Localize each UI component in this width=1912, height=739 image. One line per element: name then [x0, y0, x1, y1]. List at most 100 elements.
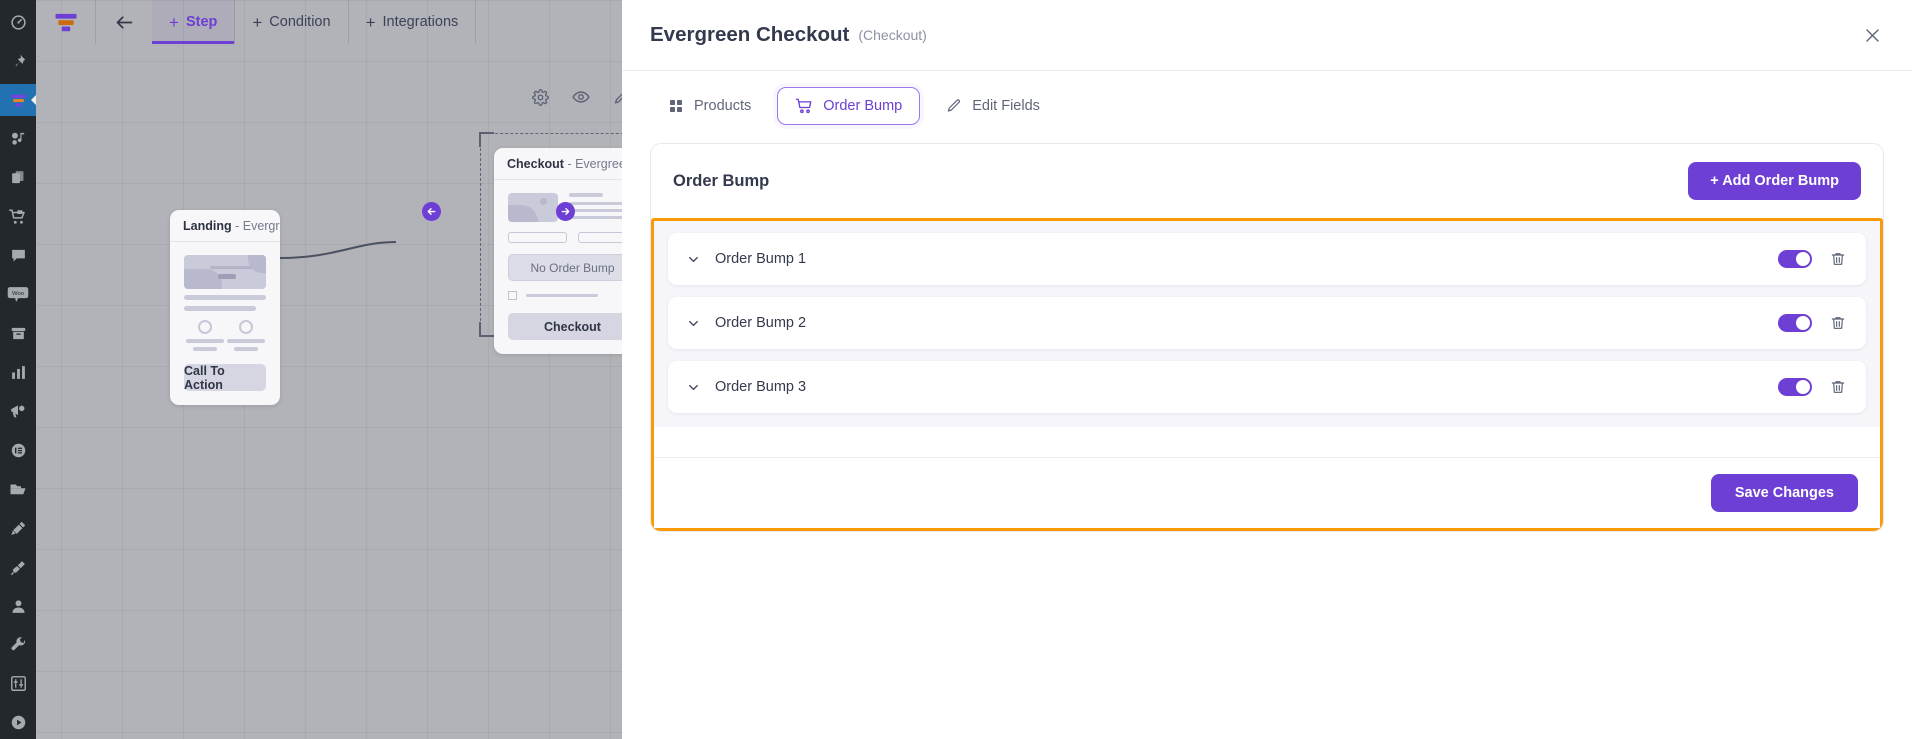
user-icon [11, 599, 25, 613]
chevron-down-icon [689, 320, 698, 326]
order-bump-row[interactable]: Order Bump 3 [668, 361, 1866, 413]
app-root: Woo Landing - Evergr Call To Action Chec… [0, 0, 1912, 739]
order-bump-2-actions [1778, 314, 1846, 332]
node-checkout-name: - Evergreen Che... [567, 157, 622, 171]
sliders-icon [10, 676, 26, 692]
funnel-icon [10, 94, 26, 106]
rail-item-megaphone[interactable] [0, 395, 36, 427]
add-step-label: Step [185, 14, 218, 30]
pencil-icon[interactable] [613, 89, 622, 106]
add-integrations-button[interactable]: + Integrations [349, 0, 477, 44]
node-landing-cta[interactable]: Call To Action [184, 364, 266, 392]
node-checkout-header: Checkout - Evergreen Che... [494, 148, 622, 180]
tab-products-label: Products [694, 98, 752, 114]
rail-item-wrench[interactable] [0, 629, 36, 661]
order-bump-2-toggle[interactable] [1778, 314, 1812, 332]
rail-item-pin[interactable] [0, 45, 36, 77]
rail-item-play-circle[interactable] [0, 707, 36, 739]
node-checkout-consent [508, 291, 622, 300]
rail-item-sliders[interactable] [0, 668, 36, 700]
rail-item-dashboard-gauge[interactable] [0, 6, 36, 38]
rail-item-archive-box[interactable] [0, 317, 36, 349]
order-bump-list: Order Bump 1 Order Bump 2 Order Bump 3 [654, 221, 1880, 427]
tab-products[interactable]: Products [650, 88, 769, 124]
app-logo[interactable] [36, 0, 96, 44]
rail-item-plug[interactable] [0, 551, 36, 583]
gear-icon[interactable] [532, 88, 549, 106]
rail-item-bar-chart[interactable] [0, 356, 36, 388]
copy-pages-icon [11, 171, 23, 184]
rail-item-media-music[interactable] [0, 123, 36, 155]
plus-icon: + [169, 12, 179, 32]
node-checkout-summary [569, 193, 622, 222]
order-bump-3-actions [1778, 378, 1846, 396]
rail-item-list-circle[interactable] [0, 434, 36, 466]
node-landing[interactable]: Landing - Evergreen Lan... [170, 210, 280, 405]
shopping-cart-icon [9, 209, 25, 224]
tab-edit-fields-label: Edit Fields [972, 98, 1040, 114]
add-condition-label: Condition [269, 14, 331, 30]
tab-edit-fields[interactable]: Edit Fields [928, 88, 1058, 124]
order-bump-card-footer: Save Changes [654, 457, 1880, 528]
node-checkout-cta[interactable]: Checkout [508, 313, 622, 340]
rail-item-shopping-cart[interactable] [0, 201, 36, 233]
selection-handle-bottom-left [479, 322, 494, 337]
wrench-icon [11, 637, 25, 651]
rail-item-copy-pages[interactable] [0, 162, 36, 194]
delete-order-bump-3-button[interactable] [1830, 379, 1846, 395]
woo-icon: Woo [7, 287, 29, 303]
connector-in[interactable] [422, 202, 441, 221]
arrow-right-circle-icon [561, 208, 570, 215]
order-bump-3-toggle[interactable] [1778, 378, 1812, 396]
close-panel-button[interactable] [1863, 26, 1882, 45]
plug-icon [10, 560, 25, 575]
add-condition-button[interactable]: + Condition [235, 0, 349, 44]
comment-icon [11, 250, 25, 262]
archive-box-icon [11, 327, 25, 340]
expand-order-bump-1-button[interactable] [686, 252, 701, 267]
eye-icon[interactable] [572, 88, 590, 106]
node-checkout-type: Checkout [507, 157, 564, 171]
rail-item-paintbrush[interactable] [0, 512, 36, 544]
order-bump-1-actions [1778, 250, 1846, 268]
media-music-icon [11, 133, 24, 146]
back-button[interactable] [96, 0, 152, 44]
save-changes-button[interactable]: Save Changes [1710, 474, 1858, 512]
delete-order-bump-2-button[interactable] [1830, 315, 1846, 331]
node-landing-type: Landing [183, 219, 232, 233]
order-bump-3-label: Order Bump 3 [715, 379, 807, 395]
connector-out[interactable] [556, 202, 575, 221]
order-bump-row[interactable]: Order Bump 2 [668, 297, 1866, 349]
panel-tabs: Products Order Bump Edit Fields [622, 71, 1912, 143]
trash-icon [1831, 253, 1845, 265]
chevron-down-icon [689, 256, 698, 262]
selection-handle-top-left [479, 132, 494, 147]
rail-item-comment[interactable] [0, 240, 36, 272]
add-order-bump-button[interactable]: + Add Order Bump [1688, 162, 1861, 200]
add-integrations-label: Integrations [382, 14, 459, 30]
order-bump-row[interactable]: Order Bump 1 [668, 233, 1866, 285]
add-step-button[interactable]: + Step [152, 0, 236, 44]
step-detail-panel: Evergreen Checkout (Checkout) Products O… [622, 0, 1912, 739]
tab-order-bump[interactable]: Order Bump [777, 87, 921, 125]
paintbrush-icon [10, 521, 25, 535]
node-checkout[interactable]: Checkout - Evergreen Che... [494, 148, 622, 354]
close-icon [1866, 28, 1879, 42]
node-checkout-fields [508, 232, 622, 243]
rail-item-funnel[interactable] [0, 83, 36, 117]
card-spacer [654, 427, 1880, 457]
order-bump-1-toggle[interactable] [1778, 250, 1812, 268]
rail-item-folder[interactable] [0, 473, 36, 505]
rail-item-woo[interactable]: Woo [0, 278, 36, 310]
node-action-toolbar [532, 88, 622, 106]
funnel-canvas[interactable]: Landing - Evergreen Lan... [36, 0, 622, 739]
expand-order-bump-3-button[interactable] [686, 380, 701, 395]
expand-order-bump-2-button[interactable] [686, 316, 701, 331]
order-bump-highlight-region: Order Bump 1 Order Bump 2 Order Bump 3 S… [651, 218, 1883, 531]
rail-item-user[interactable] [0, 590, 36, 622]
order-bump-2-label: Order Bump 2 [715, 315, 807, 331]
trash-icon [1831, 317, 1845, 329]
order-bump-card: Order Bump + Add Order Bump Order Bump 1 [650, 143, 1884, 532]
bar-chart-icon [11, 366, 25, 379]
delete-order-bump-1-button[interactable] [1830, 251, 1846, 267]
